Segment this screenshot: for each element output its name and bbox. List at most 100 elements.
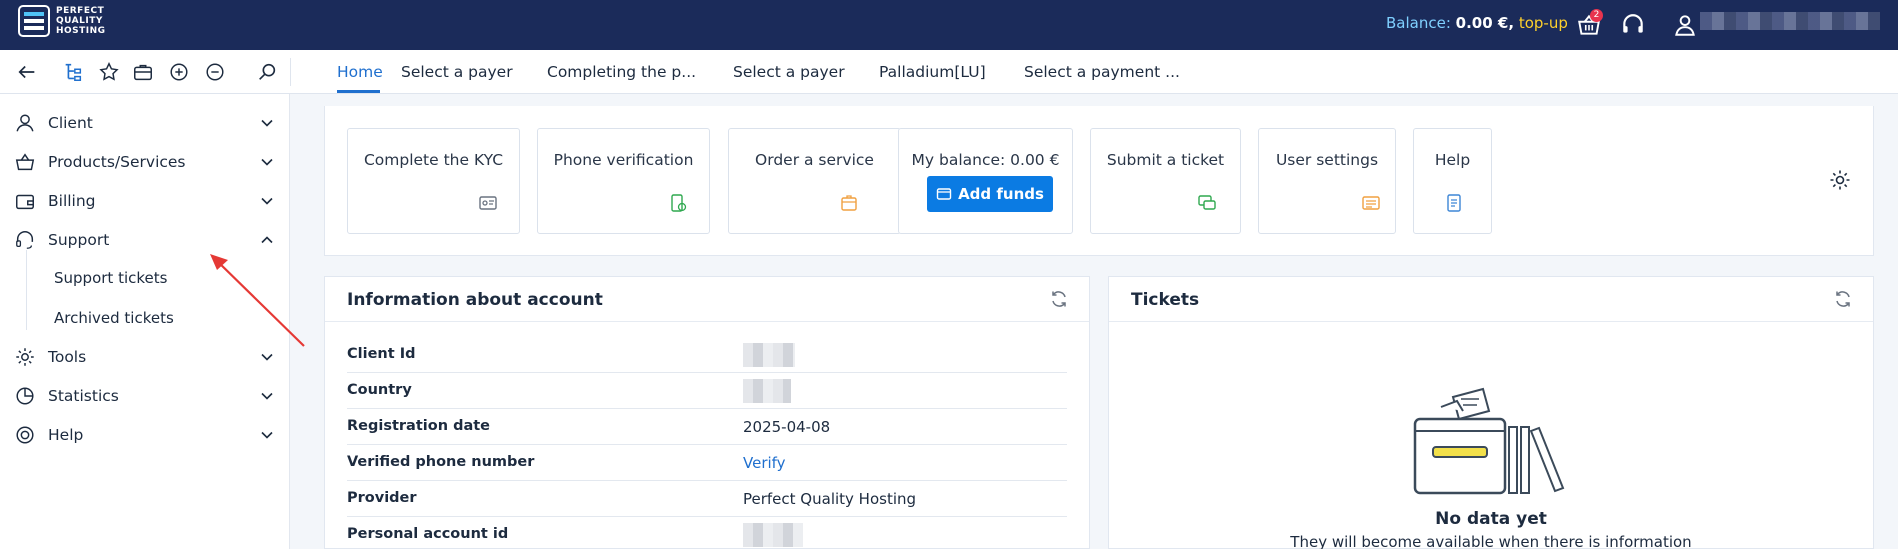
info-row-country: Country [347,373,1067,409]
user-icon [16,114,34,132]
add-funds-label: Add funds [958,185,1044,203]
sidebar-item-client[interactable]: Client [14,110,274,136]
briefcase-icon[interactable] [132,61,154,83]
sidebar-subitem-support-tickets[interactable]: Support tickets [54,269,167,287]
wallet-icon [936,188,952,200]
my-balance-label: My balance: 0.00 € [911,151,1060,169]
chevron-down-icon [261,158,273,166]
chevron-down-icon [261,197,273,205]
empty-state-title: No data yet [1435,509,1547,529]
submenu-guide-line [26,250,27,330]
redacted-value [743,379,791,403]
quick-card-label: Order a service [755,151,874,169]
quick-card-label: Phone verification [553,151,694,169]
quick-card-label: Complete the KYC [363,151,504,169]
id-card-icon [479,196,497,210]
quick-card-label: Submit a ticket [1106,151,1225,169]
chevron-down-icon [261,119,273,127]
tickets-panel: Tickets No data yet They will become ava… [1108,276,1874,549]
info-key: Provider [347,490,417,506]
star-icon[interactable] [98,61,120,83]
tab-select-payer-2[interactable]: Select a payer [733,63,845,81]
gear-icon [16,348,34,366]
sidebar-item-label: Client [48,114,93,132]
headset-icon [16,231,34,249]
back-icon[interactable] [16,61,38,83]
add-funds-button[interactable]: Add funds [927,176,1053,212]
balance-label: Balance: [1386,14,1451,32]
box-icon [841,195,857,211]
sidebar-item-label: Billing [48,192,96,210]
zoom-in-icon[interactable] [168,61,190,83]
info-key: Client Id [347,346,416,362]
sidebar-item-statistics[interactable]: Statistics [14,383,274,409]
user-profile-icon[interactable] [1672,12,1698,38]
redacted-value [743,523,803,547]
cart-count-badge: 2 [1590,9,1603,22]
settings-list-icon [1362,196,1380,210]
quick-card-balance: My balance: 0.00 € Add funds [898,128,1073,234]
phone-icon [671,194,687,212]
sidebar-item-label: Tools [48,348,87,366]
tab-home[interactable]: Home [337,63,383,81]
quick-card-phone[interactable]: Phone verification [537,128,710,234]
quick-card-settings[interactable]: User settings [1258,128,1396,234]
info-key: Verified phone number [347,454,535,470]
tab-palladium[interactable]: Palladium[LU] [879,63,986,81]
logo-line: QUALITY [56,16,103,26]
info-row-client-id: Client Id [347,337,1067,373]
tab-select-payer[interactable]: Select a payer [401,63,513,81]
panel-title: Information about account [347,290,603,310]
info-row-provider: Provider Perfect Quality Hosting [347,481,1067,517]
toolbar-divider [290,58,291,86]
info-row-phone: Verified phone number Verify [347,445,1067,481]
quick-card-label: User settings [1275,151,1379,169]
user-name-redacted[interactable] [1700,12,1880,30]
sidebar-item-label: Statistics [48,387,119,405]
zoom-out-icon[interactable] [204,61,226,83]
pie-chart-icon [16,387,34,405]
quick-card-label: Help [1434,151,1471,169]
refresh-icon[interactable] [1833,289,1853,309]
support-headset-icon[interactable] [1620,12,1646,38]
account-info-panel: Information about account Client Id Coun… [324,276,1090,549]
quick-card-help[interactable]: Help [1413,128,1492,234]
lifebuoy-icon [16,426,34,444]
logo-icon [18,5,50,37]
quick-card-order[interactable]: Order a service [728,128,901,234]
annotation-arrow [210,254,305,347]
logo-line: PERFECT [56,6,105,16]
chevron-down-icon [261,431,273,439]
wallet-icon [16,194,34,210]
quick-card-kyc[interactable]: Complete the KYC [347,128,520,234]
chevron-down-icon [261,353,273,361]
balance-display: Balance: 0.00 €, top-up [1386,14,1568,32]
basket-icon [15,153,35,171]
redacted-value [743,343,795,367]
chevron-down-icon [261,392,273,400]
balance-value: 0.00 €, [1455,14,1515,32]
dashboard-settings-gear-icon[interactable] [1828,168,1852,192]
topup-link[interactable]: top-up [1519,14,1568,32]
tree-menu-icon[interactable] [62,61,84,83]
sidebar-item-help[interactable]: Help [14,422,274,448]
top-header: PERFECT QUALITY HOSTING Balance: 0.00 €,… [0,0,1898,50]
refresh-icon[interactable] [1049,289,1069,309]
info-key: Country [347,382,412,398]
document-icon [1447,194,1461,212]
sidebar-item-products[interactable]: Products/Services [14,149,274,175]
search-icon[interactable] [256,61,278,83]
sidebar-item-label: Products/Services [48,153,186,171]
tab-completing[interactable]: Completing the p... [547,63,696,81]
sidebar-subitem-archived-tickets[interactable]: Archived tickets [54,309,174,327]
empty-folder-illustration [1413,387,1565,495]
tab-select-payment[interactable]: Select a payment ... [1024,63,1180,81]
sidebar-item-label: Support [48,231,110,249]
quick-card-ticket[interactable]: Submit a ticket [1090,128,1241,234]
verify-phone-link[interactable]: Verify [743,454,786,472]
chat-icon [1198,195,1216,210]
logo[interactable]: PERFECT QUALITY HOSTING [18,5,106,37]
sidebar-item-billing[interactable]: Billing [14,188,274,214]
info-value: Perfect Quality Hosting [743,490,917,508]
chevron-up-icon [261,236,273,244]
